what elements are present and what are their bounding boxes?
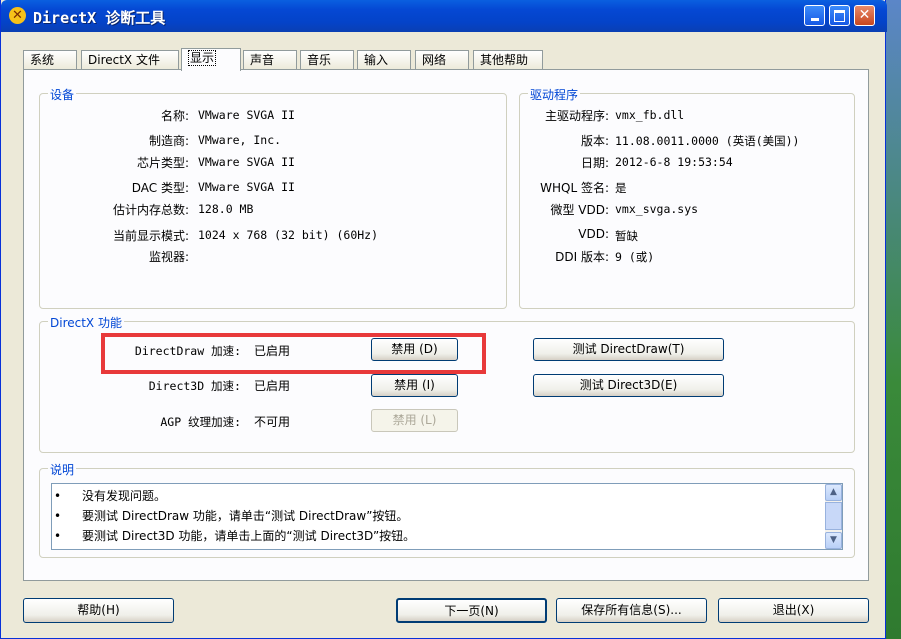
device-name-value: VMware SVGA II: [198, 108, 295, 122]
memory-value: 128.0 MB: [198, 202, 254, 216]
tab-network[interactable]: 网络: [415, 50, 469, 70]
driver-date-value: 2012-6-8 19:53:54: [615, 155, 733, 169]
disable-direct3d-button[interactable]: 禁用 (I): [371, 374, 458, 397]
dac-type-label: DAC 类型:: [131, 181, 189, 195]
agp-accel-status: 不可用: [254, 415, 291, 429]
highlight-annotation: [101, 333, 486, 374]
title-bar[interactable]: ✕ DirectX 诊断工具 ✕: [1, 0, 887, 32]
scroll-thumb[interactable]: [825, 502, 842, 530]
manufacturer-label: 制造商:: [148, 134, 189, 148]
test-directdraw-button[interactable]: 测试 DirectDraw(T): [533, 338, 724, 361]
device-group-label: 设备: [48, 86, 77, 103]
directx-features-group-label: DirectX 功能: [48, 314, 124, 331]
tab-input[interactable]: 输入: [357, 50, 411, 70]
save-all-info-button[interactable]: 保存所有信息(S)...: [556, 598, 707, 623]
monitor-label: 监视器:: [148, 250, 189, 264]
mini-vdd-value: vmx_svga.sys: [615, 202, 699, 216]
dac-type-value: VMware SVGA II: [198, 180, 295, 194]
tab-sound[interactable]: 声音: [243, 50, 297, 70]
direct3d-accel-status: 已启用: [254, 379, 291, 393]
tab-system[interactable]: 系统: [23, 50, 77, 70]
chevron-up-icon: ▲: [830, 487, 837, 497]
chevron-down-icon: ▼: [830, 535, 837, 545]
main-driver-value: vmx_fb.dll: [615, 108, 685, 122]
driver-date-label: 日期:: [580, 156, 609, 170]
manufacturer-value: VMware, Inc.: [198, 133, 282, 147]
vdd-label: VDD:: [578, 227, 609, 241]
memory-label: 估计内存总数:: [112, 203, 189, 217]
close-button[interactable]: ✕: [854, 5, 875, 26]
close-icon: ✕: [858, 7, 871, 23]
main-driver-label: 主驱动程序:: [544, 109, 609, 123]
directx-icon: ✕: [9, 7, 26, 24]
device-name-label: 名称:: [160, 109, 189, 123]
dxdiag-window: ✕ DirectX 诊断工具 ✕ 系统 DirectX 文件 显示 声音 音乐 …: [0, 0, 887, 639]
scroll-up-button[interactable]: ▲: [825, 484, 842, 501]
whql-value: 是: [615, 181, 627, 195]
note-line: • 没有发现问题。: [54, 489, 167, 503]
agp-accel-label: AGP 纹理加速:: [160, 415, 241, 429]
note-line: • 要测试 DirectDraw 功能，请单击“测试 DirectDraw”按钮。: [54, 509, 409, 523]
exit-button[interactable]: 退出(X): [718, 598, 869, 623]
minimize-button[interactable]: [804, 5, 825, 26]
next-page-button[interactable]: 下一页(N): [396, 598, 547, 623]
notes-group-label: 说明: [48, 461, 77, 478]
vdd-value: 暂缺: [615, 229, 638, 243]
chip-type-value: VMware SVGA II: [198, 155, 295, 169]
maximize-button[interactable]: [829, 5, 850, 26]
maximize-icon: [834, 10, 845, 22]
disable-agp-button: 禁用 (L): [371, 409, 458, 432]
test-direct3d-button[interactable]: 测试 Direct3D(E): [533, 374, 724, 397]
chip-type-label: 芯片类型:: [136, 156, 189, 170]
tab-display[interactable]: 显示: [181, 48, 241, 71]
display-mode-value: 1024 x 768 (32 bit) (60Hz): [198, 228, 379, 242]
scroll-down-button[interactable]: ▼: [825, 532, 842, 549]
help-button[interactable]: 帮助(H): [23, 598, 174, 623]
tab-music[interactable]: 音乐: [300, 50, 354, 70]
note-line: • 要测试 Direct3D 功能，请单击上面的“测试 Direct3D”按钮。: [54, 529, 416, 543]
window-title: DirectX 诊断工具: [33, 9, 166, 27]
tab-more-help[interactable]: 其他帮助: [473, 50, 543, 70]
driver-version-value: 11.08.0011.0000 (英语(美国)): [615, 134, 800, 148]
direct3d-accel-label: Direct3D 加速:: [148, 379, 241, 393]
whql-label: WHQL 签名:: [540, 181, 609, 195]
ddi-version-value: 9 (或): [615, 250, 655, 264]
tab-directx-files[interactable]: DirectX 文件: [81, 50, 179, 70]
mini-vdd-label: 微型 VDD:: [550, 203, 609, 217]
driver-group-label: 驱动程序: [528, 86, 581, 103]
display-mode-label: 当前显示模式:: [112, 229, 189, 243]
notes-scrollbar[interactable]: ▲ ▼: [825, 484, 842, 549]
notes-textbox[interactable]: • 没有发现问题。 • 要测试 DirectDraw 功能，请单击“测试 Direc…: [51, 483, 843, 550]
ddi-version-label: DDI 版本:: [555, 250, 609, 264]
minimize-icon: [810, 18, 819, 21]
driver-version-label: 版本:: [580, 134, 609, 148]
